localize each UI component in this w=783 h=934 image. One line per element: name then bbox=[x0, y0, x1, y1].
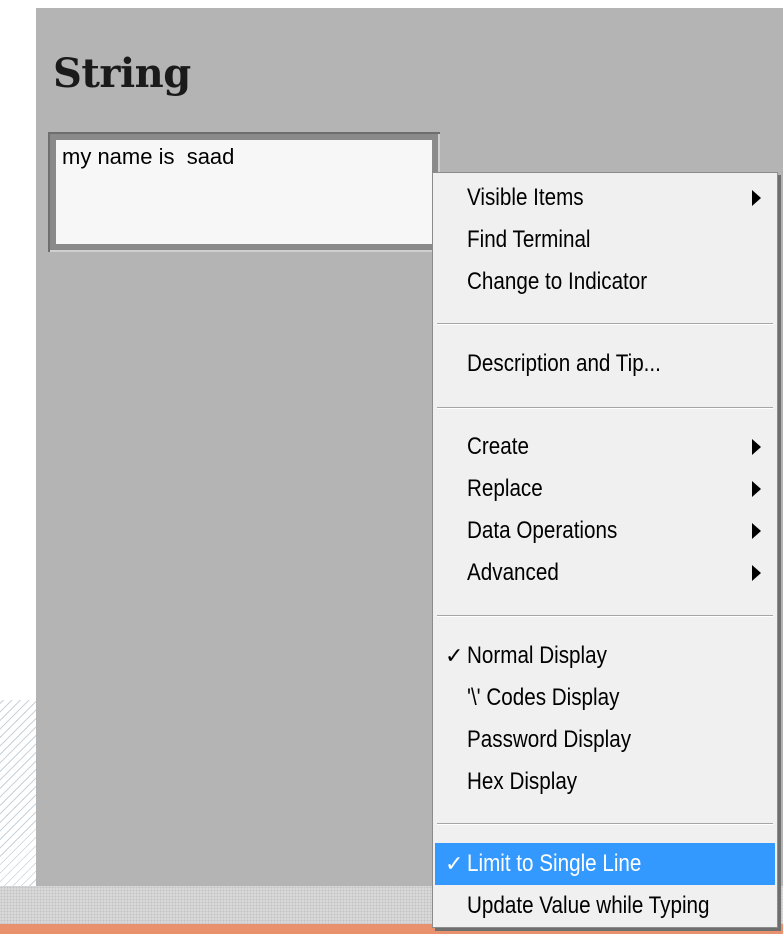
menu-item-label: Find Terminal bbox=[467, 226, 591, 253]
submenu-arrow-icon bbox=[752, 190, 761, 206]
submenu-arrow-icon bbox=[752, 523, 761, 539]
menu-item-label: '\' Codes Display bbox=[467, 684, 620, 711]
menu-item-label: Change to Indicator bbox=[467, 268, 648, 295]
menu-item-codes-display[interactable]: '\' Codes Display bbox=[435, 677, 775, 719]
menu-item-label: Data Operations bbox=[467, 517, 618, 544]
menu-item-label: Advanced bbox=[467, 559, 559, 586]
slide-margin bbox=[0, 0, 36, 700]
menu-item-create[interactable]: Create bbox=[435, 426, 775, 468]
string-control-input[interactable]: my name is saad bbox=[56, 140, 432, 244]
menu-item-label: Create bbox=[467, 433, 529, 460]
menu-item-password-display[interactable]: Password Display bbox=[435, 719, 775, 761]
context-menu: Visible Items Find Terminal Change to In… bbox=[432, 172, 778, 928]
menu-item-normal-display[interactable]: ✓ Normal Display bbox=[435, 635, 775, 677]
menu-item-data-operations[interactable]: Data Operations bbox=[435, 510, 775, 552]
menu-item-limit-to-single-line[interactable]: ✓ Limit to Single Line bbox=[435, 843, 775, 885]
menu-item-replace[interactable]: Replace bbox=[435, 468, 775, 510]
menu-item-visible-items[interactable]: Visible Items bbox=[435, 177, 775, 219]
menu-separator bbox=[437, 323, 773, 325]
menu-item-hex-display[interactable]: Hex Display bbox=[435, 761, 775, 803]
menu-item-update-value-while-typing[interactable]: Update Value while Typing bbox=[435, 885, 775, 927]
menu-item-description-and-tip[interactable]: Description and Tip... bbox=[435, 343, 775, 385]
menu-item-advanced[interactable]: Advanced bbox=[435, 552, 775, 594]
menu-item-label: Replace bbox=[467, 475, 543, 502]
menu-separator bbox=[437, 407, 773, 409]
menu-item-label: Limit to Single Line bbox=[467, 850, 642, 877]
menu-separator bbox=[437, 823, 773, 825]
menu-item-label: Update Value while Typing bbox=[467, 892, 710, 919]
submenu-arrow-icon bbox=[752, 565, 761, 581]
string-control-label: String bbox=[53, 50, 191, 97]
check-icon: ✓ bbox=[445, 851, 464, 876]
menu-item-label: Description and Tip... bbox=[467, 350, 661, 377]
check-icon: ✓ bbox=[445, 643, 464, 668]
submenu-arrow-icon bbox=[752, 481, 761, 497]
submenu-arrow-icon bbox=[752, 439, 761, 455]
menu-separator bbox=[437, 615, 773, 617]
menu-item-label: Visible Items bbox=[467, 184, 584, 211]
menu-item-label: Password Display bbox=[467, 726, 632, 753]
menu-item-change-to-indicator[interactable]: Change to Indicator bbox=[435, 261, 775, 303]
menu-item-find-terminal[interactable]: Find Terminal bbox=[435, 219, 775, 261]
menu-item-label: Hex Display bbox=[467, 768, 578, 795]
menu-item-label: Normal Display bbox=[467, 642, 607, 669]
